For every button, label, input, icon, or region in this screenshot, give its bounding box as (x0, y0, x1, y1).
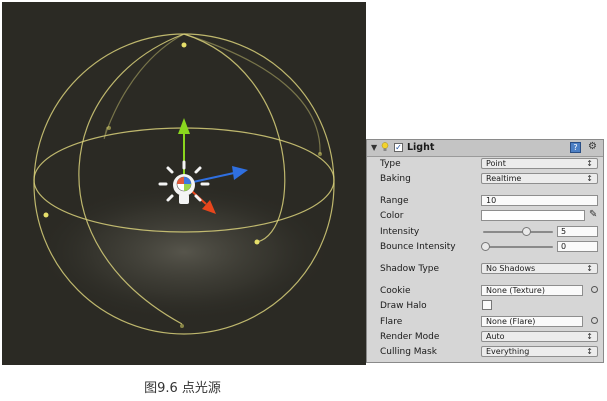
gear-icon[interactable]: ⚙ (588, 141, 597, 152)
render-mode-dropdown[interactable]: Auto (481, 331, 598, 342)
range-handle-back-right (318, 152, 322, 156)
help-icon[interactable]: ? (570, 142, 581, 153)
range-handle-back-left (107, 126, 111, 130)
baking-label: Baking (380, 174, 411, 184)
cookie-object-field[interactable]: None (Texture) (481, 285, 583, 296)
component-title: Light (407, 142, 435, 153)
z-axis-arrow[interactable] (232, 166, 248, 180)
flare-picker-icon[interactable] (591, 317, 598, 324)
shadow-type-row: Shadow Type No Shadows (367, 262, 603, 276)
draw-halo-checkbox[interactable] (482, 300, 492, 310)
shadow-type-dropdown[interactable]: No Shadows (481, 263, 598, 274)
light-inspector-panel: ▼ ✓ Light ? ⚙ Type Point Baking Realtime… (366, 139, 604, 363)
baking-row: Baking Realtime (367, 172, 603, 186)
figure-caption: 图9.6 点光源 (144, 381, 221, 396)
bounce-intensity-label: Bounce Intensity (380, 242, 456, 252)
light-component-icon (381, 142, 389, 151)
bounce-intensity-row: Bounce Intensity 0 (367, 240, 603, 254)
range-handle-top[interactable] (181, 42, 187, 48)
type-label: Type (380, 159, 401, 169)
intensity-label: Intensity (380, 227, 420, 237)
intensity-row: Intensity 5 (367, 225, 603, 239)
color-label: Color (380, 211, 404, 221)
intensity-slider-knob[interactable] (522, 227, 532, 236)
culling-mask-row: Culling Mask Everything (367, 345, 603, 359)
type-dropdown[interactable]: Point (481, 158, 598, 169)
cookie-row: Cookie None (Texture) (367, 284, 603, 298)
eyedropper-icon[interactable]: ✎ (589, 209, 597, 220)
range-handle-bottom (180, 324, 184, 328)
component-header[interactable]: ▼ ✓ Light ? ⚙ (367, 140, 603, 157)
draw-halo-row: Draw Halo (367, 299, 603, 313)
scene-view[interactable] (2, 2, 366, 365)
range-row: Range 10 (367, 194, 603, 208)
culling-mask-label: Culling Mask (380, 347, 437, 357)
y-axis-arrow[interactable] (178, 118, 190, 134)
intensity-field[interactable]: 5 (557, 226, 598, 237)
range-meridian-back-right (183, 33, 321, 155)
range-field[interactable]: 10 (481, 195, 598, 206)
type-row: Type Point (367, 157, 603, 171)
component-enabled-checkbox[interactable]: ✓ (394, 143, 403, 152)
bounce-intensity-slider-knob[interactable] (481, 242, 490, 251)
culling-mask-dropdown[interactable]: Everything (481, 346, 598, 357)
bounce-intensity-field[interactable]: 0 (557, 241, 598, 252)
color-swatch[interactable] (481, 210, 585, 221)
flare-object-field[interactable]: None (Flare) (481, 316, 583, 327)
point-light-range-gizmo (33, 33, 335, 335)
bounce-intensity-slider-track[interactable] (483, 246, 553, 248)
shadow-type-label: Shadow Type (380, 264, 440, 274)
flare-row: Flare None (Flare) (367, 315, 603, 329)
render-mode-label: Render Mode (380, 332, 440, 342)
cookie-picker-icon[interactable] (591, 286, 598, 293)
range-handle-front[interactable] (254, 239, 260, 245)
flare-label: Flare (380, 317, 403, 327)
render-mode-row: Render Mode Auto (367, 330, 603, 344)
foldout-triangle-icon[interactable]: ▼ (371, 143, 377, 152)
cookie-label: Cookie (380, 286, 411, 296)
baking-dropdown[interactable]: Realtime (481, 173, 598, 184)
color-row: Color ✎ (367, 209, 603, 223)
draw-halo-label: Draw Halo (380, 301, 427, 311)
intensity-slider-track[interactable] (483, 231, 553, 233)
range-label: Range (380, 196, 409, 206)
range-handle-left[interactable] (43, 212, 49, 218)
